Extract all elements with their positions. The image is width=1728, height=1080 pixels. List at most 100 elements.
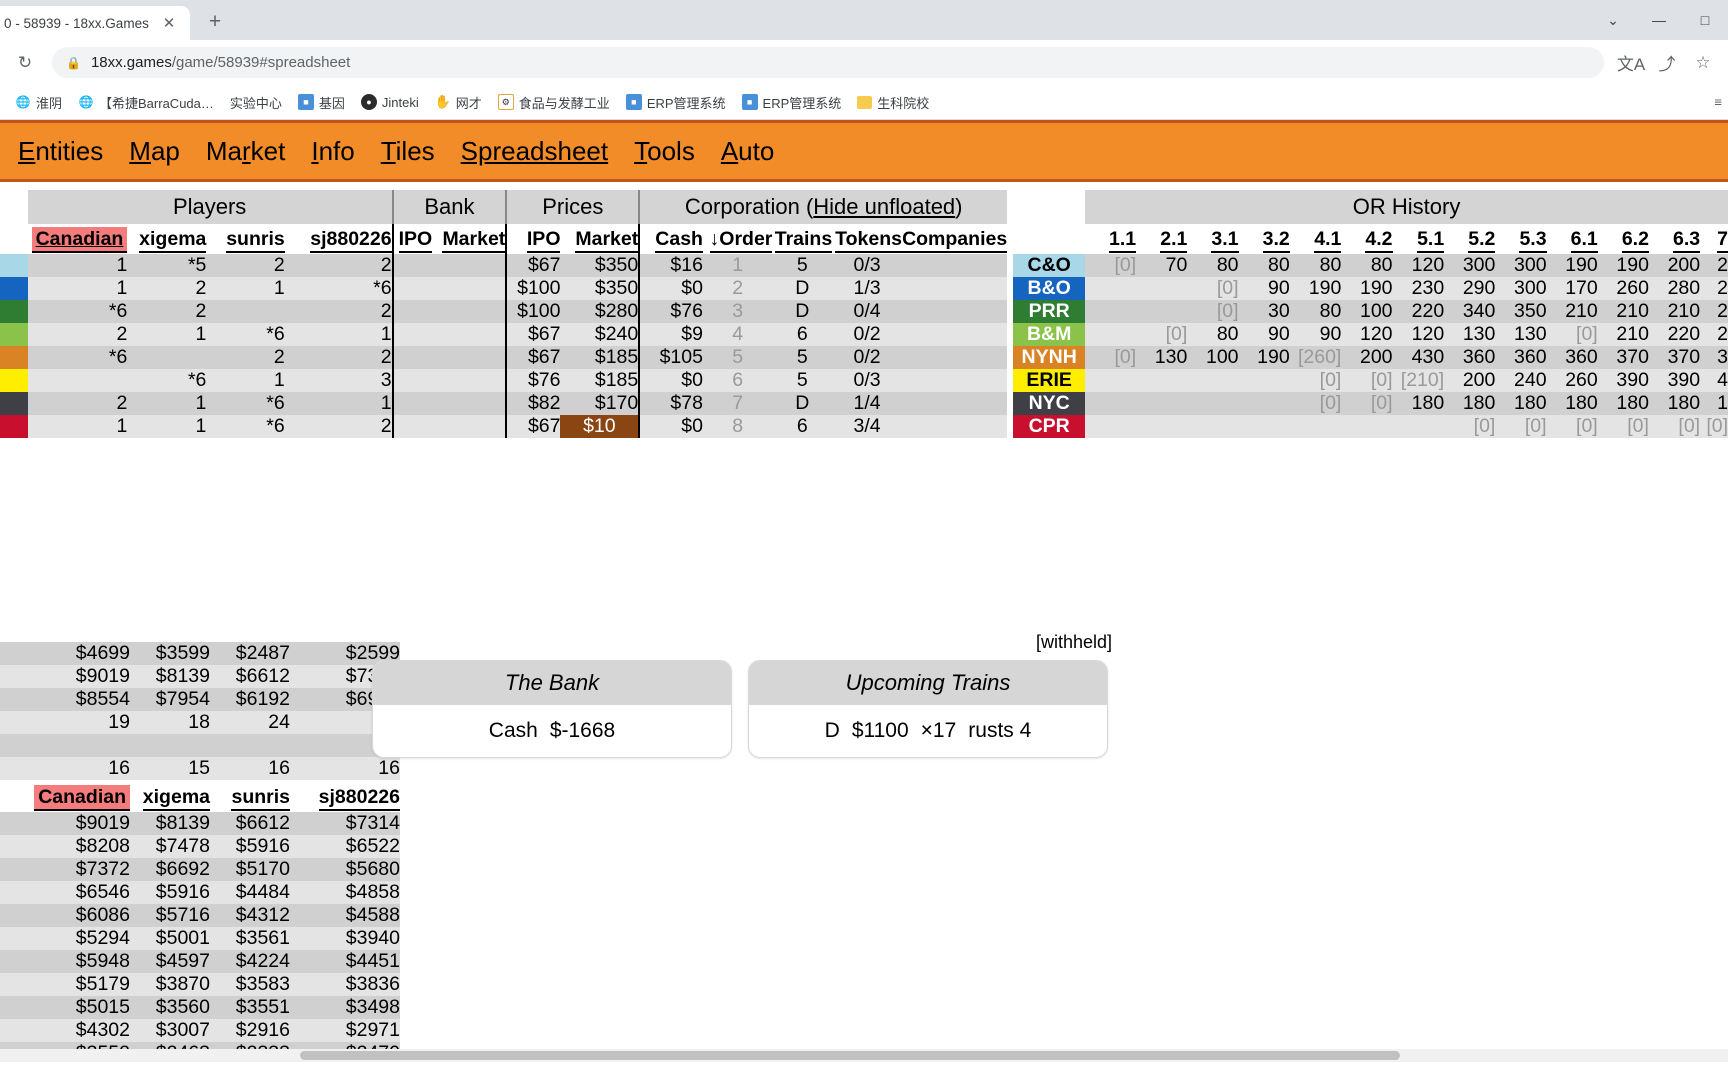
- bookmark-item[interactable]: ✋ 网才: [428, 90, 489, 115]
- col-cash[interactable]: Cash: [639, 224, 703, 254]
- or-col-4-1[interactable]: 4.1: [1289, 224, 1342, 254]
- or-table-row[interactable]: NYC [0] [0] 180 180 180 180 180 180 1: [1013, 392, 1728, 415]
- col-bank-ipo[interactable]: IPO: [392, 224, 433, 254]
- group-or-history: OR History: [1085, 190, 1728, 224]
- close-icon[interactable]: ✕: [158, 12, 180, 34]
- col-price-ipo[interactable]: IPO: [506, 224, 561, 254]
- or-table-row[interactable]: PRR [0] 30 80 100 220 340 350 210 210 210 2: [1013, 300, 1728, 323]
- hide-unfloated-link[interactable]: Hide unfloated: [813, 194, 955, 219]
- or-cell: 100: [1205, 346, 1239, 368]
- nav-entities[interactable]: Entities: [12, 132, 109, 171]
- or-table-row[interactable]: B&M [0] 80 90 90 120 120 130 130 [0] 210 220 2: [1013, 323, 1728, 346]
- or-col-3-2[interactable]: 3.2: [1238, 224, 1290, 254]
- or-col-4-2[interactable]: 4.2: [1341, 224, 1393, 254]
- col-player-1[interactable]: Canadian: [27, 224, 128, 254]
- history-col-player-2[interactable]: xigema: [130, 782, 210, 812]
- table-row[interactable]: *6 2 2 $67 $185 $105 5 5 0/2: [0, 346, 1008, 369]
- or-col-3-1[interactable]: 3.1: [1187, 224, 1239, 254]
- table-row[interactable]: 1 1 *6 2 $67 $10 $0 8 6 3/4: [0, 415, 1008, 438]
- or-table-row[interactable]: B&O [0] 90 190 190 230 290 300 170 260 280 2: [1013, 277, 1728, 300]
- or-cell: 90: [1319, 323, 1342, 345]
- scrollbar-thumb[interactable]: [300, 1051, 1400, 1060]
- horizontal-scrollbar[interactable]: [0, 1049, 1728, 1062]
- col-bank-market[interactable]: Market: [432, 224, 508, 254]
- or-col-6-1[interactable]: 6.1: [1546, 224, 1598, 254]
- col-price-market[interactable]: Market: [560, 224, 641, 254]
- summary-cell: 18: [188, 711, 210, 733]
- bookmark-item[interactable]: ■ 基因: [291, 90, 352, 115]
- or-cell: 190: [1308, 277, 1342, 299]
- or-cell-empty: [1085, 369, 1136, 392]
- history-col-player-3[interactable]: sunris: [210, 782, 290, 812]
- or-table-row[interactable]: C&O [0] 70 80 80 80 80 120 300 300 190 190 200 2: [1013, 254, 1728, 277]
- or-col-5-3[interactable]: 5.3: [1495, 224, 1547, 254]
- bookmark-item[interactable]: 🌐 淮阴: [8, 90, 69, 115]
- or-table-row[interactable]: ERIE [0] [0] [210] 200 240 260 390 390 4: [1013, 369, 1728, 392]
- history-cell: $5015: [75, 996, 130, 1018]
- bookmark-star-icon[interactable]: ☆: [1688, 48, 1718, 78]
- new-tab-button[interactable]: +: [200, 7, 230, 37]
- or-cell: 80: [1370, 254, 1393, 276]
- nav-info[interactable]: Info: [305, 132, 360, 171]
- corp-tag-cpr[interactable]: CPR: [1013, 415, 1086, 438]
- col-order[interactable]: ↓Order: [702, 224, 773, 254]
- col-tokens[interactable]: Tokens: [832, 224, 902, 254]
- corp-tag-erie[interactable]: ERIE: [1013, 369, 1086, 392]
- minimize-icon[interactable]: —: [1636, 0, 1682, 40]
- bookmark-item[interactable]: 实验中心: [223, 90, 289, 115]
- col-player-2[interactable]: xigema: [127, 224, 207, 254]
- chevron-down-icon[interactable]: ⌄: [1590, 0, 1636, 40]
- table-row[interactable]: *6 2 2 $100 $280 $76 3 D 0/4: [0, 300, 1008, 323]
- history-col-player-4[interactable]: sj880226: [290, 782, 400, 812]
- or-col-5-2[interactable]: 5.2: [1444, 224, 1496, 254]
- nav-spreadsheet[interactable]: Spreadsheet: [455, 132, 614, 171]
- bookmark-label: 实验中心: [229, 95, 282, 111]
- bookmark-item[interactable]: ■ ERP管理系统: [619, 90, 733, 115]
- nav-market[interactable]: Market: [200, 132, 291, 171]
- corp-tag-bo[interactable]: B&O: [1013, 277, 1086, 300]
- maximize-icon[interactable]: □: [1682, 0, 1728, 40]
- bookmark-item[interactable]: ● Jinteki: [354, 91, 426, 113]
- table-row[interactable]: 2 1 *6 1 $82 $170 $78 7 D 1/4: [0, 392, 1008, 415]
- nav-auto[interactable]: Auto: [715, 132, 781, 171]
- nav-tiles[interactable]: Tiles: [375, 132, 441, 171]
- col-player-3[interactable]: sunris: [206, 224, 285, 254]
- corp-tag-bm[interactable]: B&M: [1013, 323, 1086, 346]
- table-row[interactable]: 2 1 *6 1 $67 $240 $9 4 6 0/2: [0, 323, 1008, 346]
- bookmark-item[interactable]: ■ ERP管理系统: [735, 90, 849, 115]
- nav-map[interactable]: Map: [123, 132, 186, 171]
- col-player-4[interactable]: sj880226: [284, 224, 394, 254]
- table-row[interactable]: 1 2 1 *6 $100 $350 $0 2 D 1/3: [0, 277, 1008, 300]
- col-trains[interactable]: Trains: [772, 224, 833, 254]
- browser-tab[interactable]: 0 - 58939 - 18xx.Games ✕: [0, 6, 190, 40]
- history-row-label: [0, 927, 30, 950]
- cell-order: 7: [732, 392, 744, 414]
- nav-tools[interactable]: Tools: [628, 132, 701, 171]
- bookmarks-overflow-icon[interactable]: ≡: [1714, 95, 1722, 110]
- share-icon[interactable]: ⤴: [1652, 48, 1682, 78]
- or-col-6-2[interactable]: 6.2: [1597, 224, 1649, 254]
- translate-icon[interactable]: 文A: [1616, 48, 1646, 78]
- or-col-1-1[interactable]: 1.1: [1085, 224, 1137, 254]
- corp-tag-prr[interactable]: PRR: [1013, 300, 1086, 323]
- bookmark-item[interactable]: 生科院校: [850, 90, 936, 115]
- table-row[interactable]: 1 *5 2 2 $67 $350 $16 1 5 0/3: [0, 254, 1008, 277]
- corp-tag-nyc[interactable]: NYC: [1013, 392, 1086, 415]
- history-col-player-1[interactable]: Canadian: [30, 782, 130, 812]
- or-cell: 100: [1359, 300, 1393, 322]
- or-table-row[interactable]: CPR [0] [0] [0] [0] [0] [0]: [1013, 415, 1728, 438]
- corp-tag-co[interactable]: C&O: [1013, 254, 1086, 277]
- or-col-6-3[interactable]: 6.3: [1648, 224, 1701, 254]
- or-col-2-1[interactable]: 2.1: [1136, 224, 1188, 254]
- or-col-5-1[interactable]: 5.1: [1392, 224, 1445, 254]
- address-bar[interactable]: 🔒 18xx.games/game/58939#spreadsheet: [52, 47, 1604, 78]
- or-col-7[interactable]: 7: [1700, 224, 1728, 254]
- bookmark-item[interactable]: 🌐 【希捷BarraCuda…: [71, 90, 221, 115]
- or-table-row[interactable]: NYNH [0] 130 100 190 [260] 200 430 360 360 360 370 3…: [1013, 346, 1728, 369]
- col-companies[interactable]: Companies: [901, 224, 1008, 254]
- reload-icon[interactable]: ↻: [10, 48, 40, 78]
- table-row[interactable]: *6 1 3 $76 $185 $0 6 5 0/3: [0, 369, 1008, 392]
- bookmark-item[interactable]: ⚙ 食品与发酵工业: [491, 90, 617, 115]
- corp-tag-nynh[interactable]: NYNH: [1013, 346, 1086, 369]
- cell-cash: $78: [670, 392, 703, 414]
